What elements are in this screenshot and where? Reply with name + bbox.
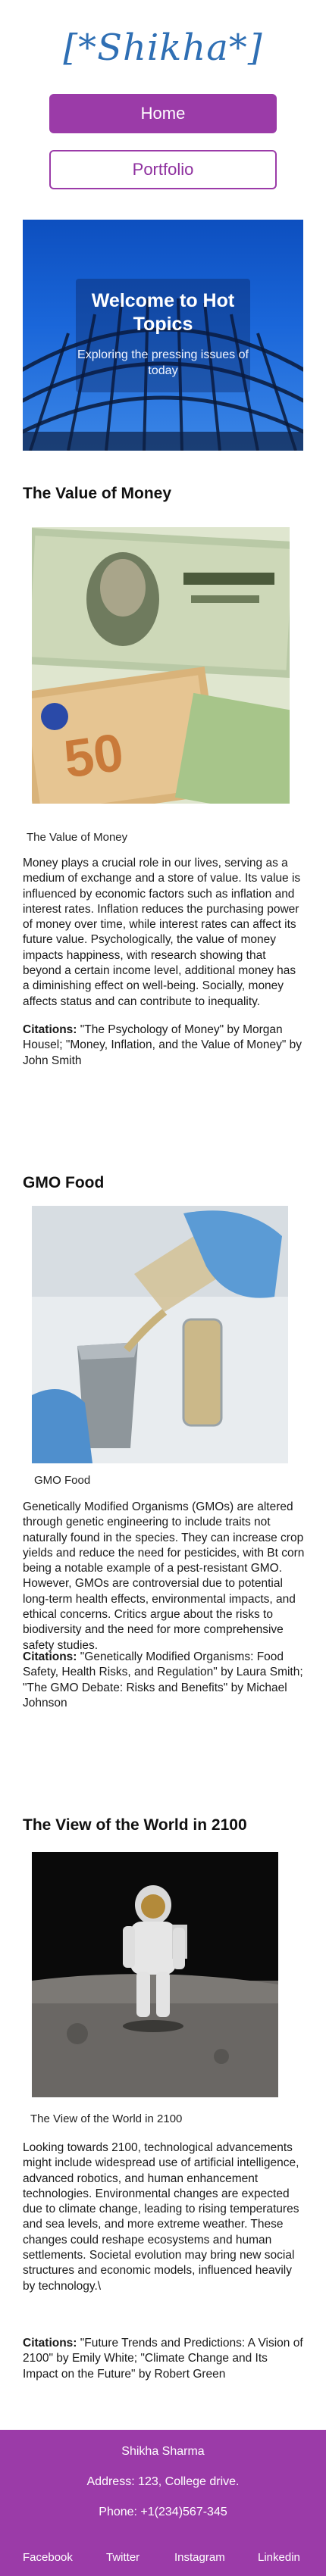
image-caption-2100: The View of the World in 2100 (30, 2112, 183, 2125)
footer-link-facebook[interactable]: Facebook (23, 2551, 73, 2564)
money-image: 50 (32, 527, 290, 804)
footer-name: Shikha Sharma (121, 2445, 205, 2458)
svg-text:50: 50 (61, 723, 127, 789)
hero-subtitle: Exploring the pressing issues of today (77, 348, 249, 377)
footer-link-twitter[interactable]: Twitter (106, 2551, 139, 2564)
article-title-money: The Value of Money (23, 485, 172, 502)
article-citations-gmo: Citations: "Genetically Modified Organis… (23, 1650, 305, 1711)
article-title-2100: The View of the World in 2100 (23, 1816, 247, 1834)
citations-label: Citations: (23, 2337, 77, 2350)
article-body-2100: Looking towards 2100, technological adva… (23, 2141, 299, 2293)
footer-link-instagram[interactable]: Instagram (174, 2551, 225, 2564)
site-footer: Shikha Sharma Address: 123, College driv… (0, 2430, 326, 2576)
footer-phone: Phone: +1(234)567-345 (99, 2506, 227, 2518)
citations-label: Citations: (23, 1650, 77, 1663)
image-caption-money: The Value of Money (27, 831, 128, 844)
site-logo[interactable]: [*Shikha*] (0, 14, 326, 82)
image-caption-gmo: GMO Food (34, 1474, 91, 1487)
footer-link-linkedin[interactable]: Linkedin (258, 2551, 300, 2564)
article-body-money: Money plays a crucial role in our lives,… (23, 857, 301, 1008)
article-citations-2100: Citations: "Future Trends and Prediction… (23, 2336, 305, 2382)
home-button[interactable]: Home (49, 94, 277, 133)
gmo-image (32, 1206, 288, 1463)
citations-label: Citations: (23, 1023, 77, 1036)
hero-title: Welcome to Hot Topics (91, 290, 235, 335)
article-title-gmo: GMO Food (23, 1174, 105, 1191)
astronaut-image (32, 1852, 278, 2097)
article-body-gmo: Genetically Modified Organisms (GMOs) ar… (23, 1500, 305, 1652)
hero-banner: Welcome to Hot Topics Exploring the pres… (23, 220, 303, 451)
portfolio-button[interactable]: Portfolio (49, 150, 277, 189)
article-citations-money: Citations: "The Psychology of Money" by … (23, 1023, 305, 1069)
footer-address: Address: 123, College drive. (86, 2475, 240, 2488)
